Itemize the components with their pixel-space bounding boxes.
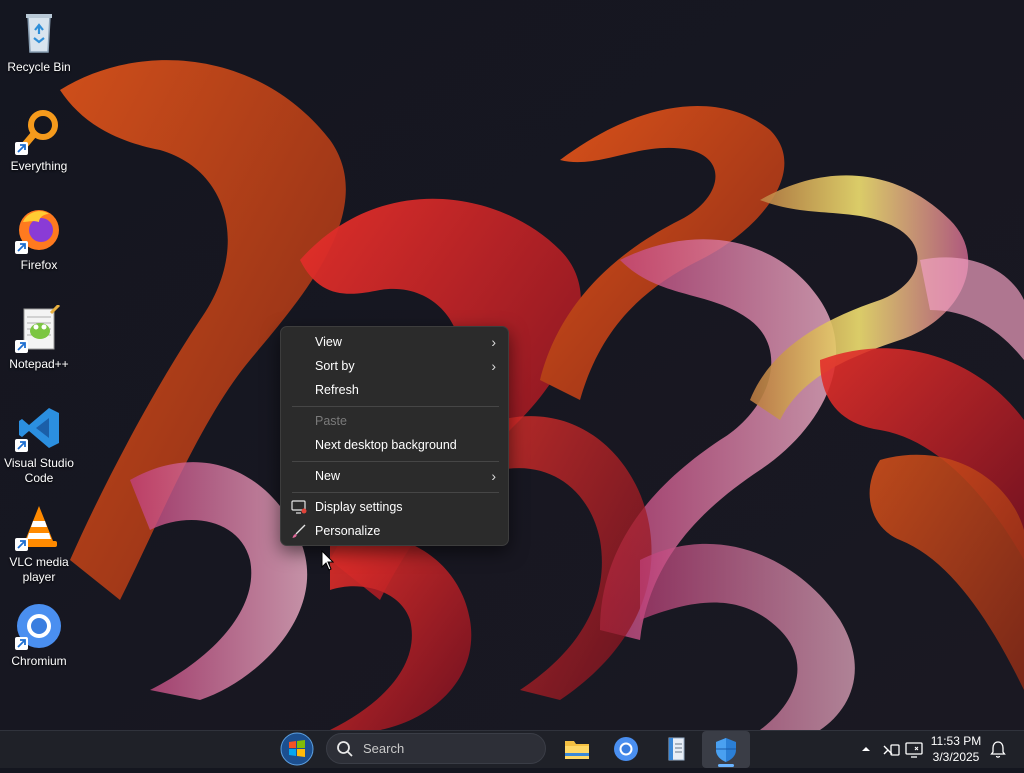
menu-item-label: Paste [315,414,347,428]
menu-item-paste[interactable]: Paste [286,409,504,433]
shortcut-arrow-icon [15,241,28,254]
desktop-icon-vscode[interactable]: Visual Studio Code [2,404,76,486]
taskbar: Search 11:53 PM 3/3/2025 [0,730,1024,768]
clock-date: 3/3/2025 [932,750,980,764]
active-indicator [718,764,734,767]
clock-time: 11:53 PM [930,734,982,748]
menu-item-view[interactable]: View › [286,330,504,354]
notifications-button[interactable] [988,731,1008,768]
shortcut-arrow-icon [15,340,28,353]
vlc-icon [15,503,63,551]
menu-item-label: New [315,469,341,483]
chevron-up-icon [862,747,870,751]
desktop-icon-label: Chromium [11,654,67,668]
desktop-icon-everything[interactable]: Everything [2,107,76,174]
show-hidden-icons-button[interactable] [856,731,876,768]
shortcut-arrow-icon [15,538,28,551]
network-status-button[interactable] [880,731,902,768]
display-tray-button[interactable] [903,731,925,768]
menu-item-label: Display settings [315,500,403,514]
monitor-icon [905,742,923,758]
display-icon [291,499,307,515]
menu-item-label: View [315,335,342,349]
windows-orb-icon [280,732,314,766]
desktop-icon-vlc[interactable]: VLC media player [2,503,76,585]
chevron-right-icon: › [491,334,496,350]
taskbar-app-notepad[interactable] [658,731,694,768]
desktop-icon-label: Notepad++ [9,357,69,371]
search-icon [337,741,353,757]
menu-separator [292,492,499,493]
desktop-icon-label: Firefox [20,258,58,272]
notepadpp-icon [15,303,63,353]
defender-shield-icon [716,738,736,762]
menu-item-display-settings[interactable]: Display settings [286,495,504,519]
shortcut-arrow-icon [15,637,28,650]
search-placeholder: Search [363,741,405,756]
bell-icon [990,741,1006,758]
desktop-icon-label: VLC media player [9,555,69,584]
vscode-icon [15,404,63,452]
firefox-icon [15,206,63,254]
desktop-icon-label: Everything [10,159,68,173]
desktop-context-menu: View › Sort by › Refresh Paste Next desk… [280,326,509,546]
menu-item-refresh[interactable]: Refresh [286,378,504,402]
menu-item-sort-by[interactable]: Sort by › [286,354,504,378]
menu-separator [292,461,499,462]
chevron-right-icon: › [491,468,496,484]
taskbar-app-defender[interactable] [702,731,750,768]
brush-icon [291,523,307,539]
recycle-bin-icon [15,8,63,56]
menu-item-personalize[interactable]: Personalize [286,519,504,543]
desktop-icon-chromium[interactable]: Chromium [2,602,76,669]
start-button[interactable] [278,731,316,768]
desktop-wallpaper [0,0,1024,730]
desktop-icon-label: Recycle Bin [7,60,71,74]
chromium-icon [15,602,63,650]
taskbar-search-box[interactable]: Search [326,733,546,764]
chevron-right-icon: › [491,358,496,374]
taskbar-app-chromium[interactable] [608,731,644,768]
network-disconnected-icon [883,744,900,756]
desktop-icon-firefox[interactable]: Firefox [2,206,76,273]
everything-search-icon [15,107,63,155]
menu-separator [292,406,499,407]
mouse-cursor-icon [321,550,335,571]
desktop-icon-recycle-bin[interactable]: Recycle Bin [2,8,76,75]
shortcut-arrow-icon [15,142,28,155]
menu-item-next-desktop-background[interactable]: Next desktop background [286,433,504,457]
menu-item-label: Refresh [315,383,359,397]
desktop-icon-notepadpp[interactable]: Notepad++ [2,303,76,372]
chromium-icon [614,737,638,761]
notepad-icon [668,737,685,761]
file-explorer-icon [565,741,589,759]
taskbar-clock[interactable]: 11:53 PM 3/3/2025 [924,733,988,765]
menu-item-label: Sort by [315,359,355,373]
menu-item-new[interactable]: New › [286,464,504,488]
menu-item-label: Next desktop background [315,438,457,452]
menu-item-label: Personalize [315,524,381,538]
desktop-icon-label: Visual Studio Code [4,456,74,485]
taskbar-app-file-explorer[interactable] [559,731,595,768]
shortcut-arrow-icon [15,439,28,452]
